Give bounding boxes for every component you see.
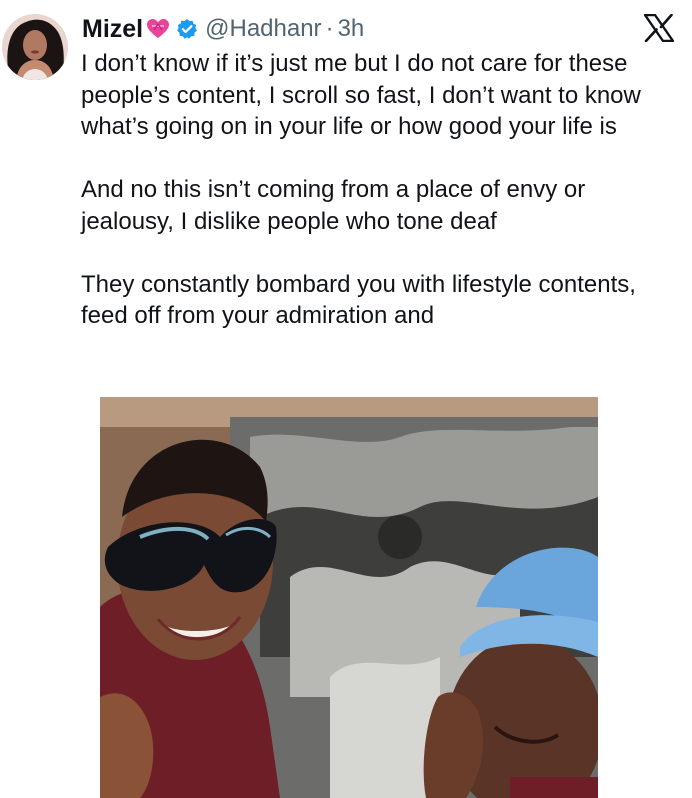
media-image [100,397,598,798]
tweet-paragraph: I don’t know if it’s just me but I do no… [81,50,641,140]
avatar-photo [2,14,68,80]
verified-icon [176,18,198,40]
tweet-header: Mizel @Hadhanr · 3h [82,12,364,46]
tweet-timestamp[interactable]: 3h [338,15,365,43]
tweet-media-photo[interactable] [100,397,598,798]
x-logo-icon[interactable] [643,13,675,43]
tweet-body: I don’t know if it’s just me but I do no… [81,48,681,332]
heart-with-ribbon-icon [146,18,170,40]
author-handle[interactable]: @Hadhanr [205,15,321,43]
avatar[interactable] [2,14,68,80]
tweet-card[interactable]: Mizel @Hadhanr · 3h I don’t know if it’s [0,0,692,798]
tweet-paragraph: They constantly bombard you with lifesty… [81,270,636,330]
tweet-paragraph: And no this isn’t coming from a place of… [81,176,586,235]
separator-dot: · [325,15,334,42]
display-name[interactable]: Mizel [82,15,143,44]
